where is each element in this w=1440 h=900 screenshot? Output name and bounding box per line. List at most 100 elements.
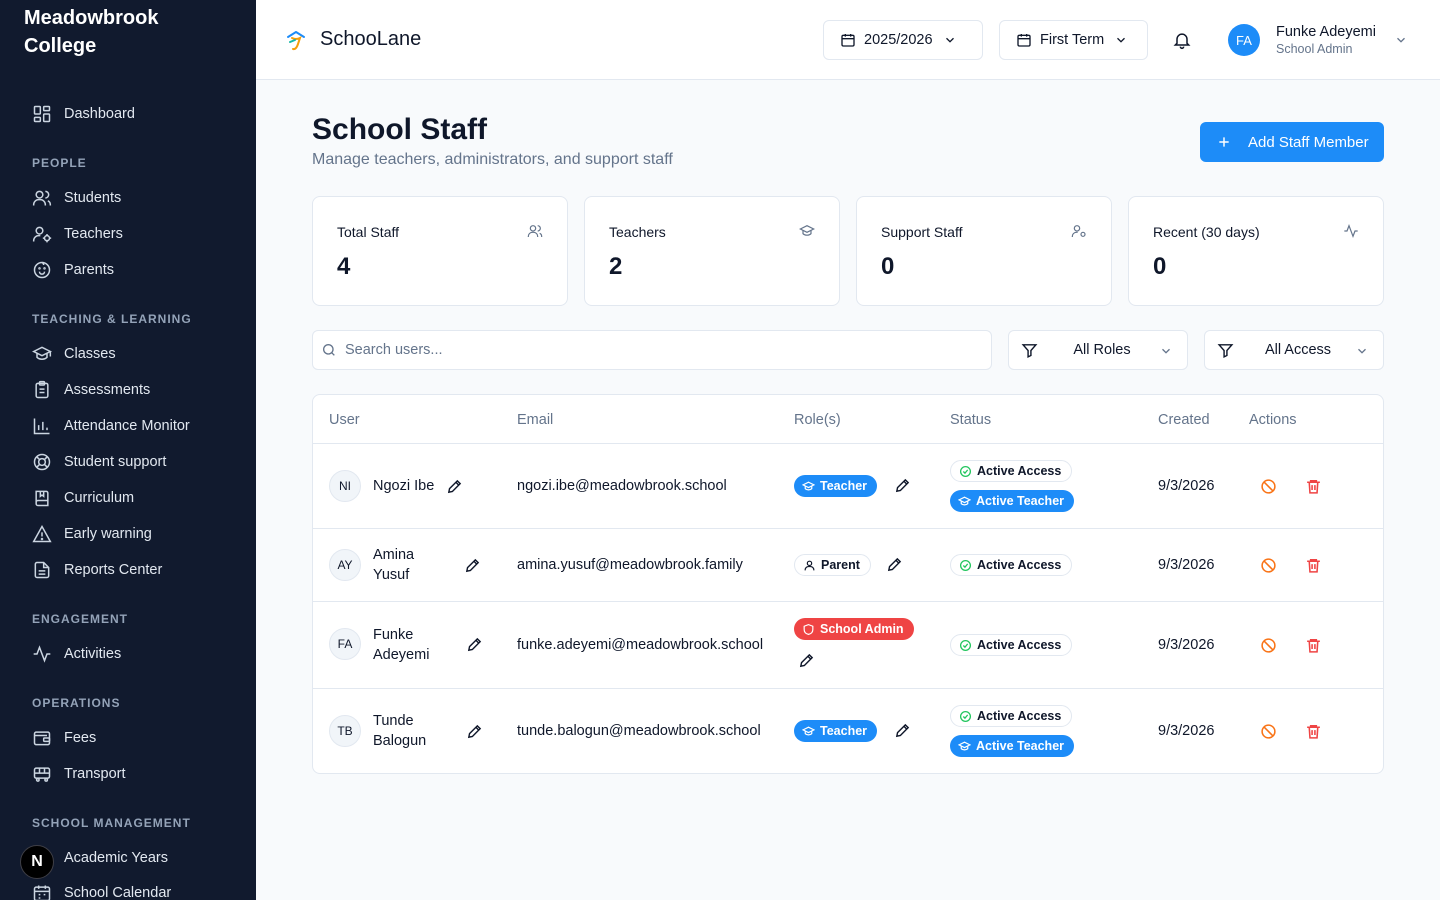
sidebar-item-label: Classes	[64, 346, 116, 362]
table-row: AY Amina Yusuf amina.yusuf@meadowbrook.f…	[313, 528, 1383, 601]
pencil-icon[interactable]	[464, 557, 481, 574]
academic-year-select[interactable]: 2025/2026	[823, 20, 983, 60]
sidebar-item-attendance[interactable]: Attendance Monitor	[16, 409, 240, 443]
sidebar: Meadowbrook College Dashboard PEOPLE Stu…	[0, 0, 256, 900]
sidebar-item-teachers[interactable]: Teachers	[16, 217, 240, 251]
pencil-icon[interactable]	[466, 723, 483, 740]
pencil-icon[interactable]	[798, 652, 815, 669]
stat-label: Total Staff	[337, 224, 400, 240]
trash-icon[interactable]	[1305, 637, 1322, 654]
created-date: 9/3/2026	[1158, 637, 1215, 653]
sidebar-item-assessments[interactable]: Assessments	[16, 373, 240, 407]
sidebar-item-students[interactable]: Students	[16, 181, 240, 215]
dev-badge[interactable]: N	[20, 845, 54, 879]
sidebar-item-label: Attendance Monitor	[64, 418, 190, 434]
ban-icon[interactable]	[1260, 637, 1277, 654]
sidebar-item-classes[interactable]: Classes	[16, 337, 240, 371]
clipboard-icon	[35, 380, 49, 399]
user-name: Funke Adeyemi	[1276, 24, 1376, 40]
search-icon	[323, 344, 335, 356]
user-role: School Admin	[1276, 42, 1353, 56]
sidebar-item-activities[interactable]: Activities	[16, 637, 240, 671]
check-circle-icon	[959, 465, 972, 477]
baby-icon	[33, 261, 51, 279]
trash-icon[interactable]	[1305, 723, 1322, 740]
role-label: Teacher	[820, 479, 868, 493]
status-badge-access: Active Access	[950, 634, 1073, 656]
user-avatar[interactable]: FA	[1228, 24, 1260, 56]
status-badge-access: Active Access	[950, 554, 1073, 576]
user-icon	[804, 560, 815, 570]
access-filter[interactable]: All Access	[1204, 330, 1384, 370]
pencil-icon[interactable]	[886, 556, 903, 573]
sidebar-item-student-support[interactable]: Student support	[16, 445, 240, 479]
pencil-icon[interactable]	[894, 477, 911, 494]
search-input[interactable]	[345, 331, 985, 369]
pencil-icon[interactable]	[894, 722, 911, 739]
status-badge-teacher: Active Teacher	[950, 735, 1075, 757]
sidebar-item-label: Activities	[64, 646, 122, 662]
pencil-icon[interactable]	[446, 478, 463, 495]
dashboard-icon	[33, 105, 51, 123]
sidebar-item-label: School Calendar	[64, 885, 172, 900]
bar-chart-icon	[33, 418, 50, 435]
sidebar-item-transport[interactable]: Transport	[16, 757, 240, 791]
add-staff-label: Add Staff Member	[1248, 133, 1369, 151]
chevron-down-icon	[945, 37, 954, 43]
stat-value: 0	[881, 253, 895, 280]
section-engagement: ENGAGEMENT	[32, 612, 129, 626]
sidebar-item-label: Students	[64, 190, 122, 206]
app-name: SchooLane	[320, 28, 422, 50]
user-cog-icon	[1071, 225, 1086, 237]
plus-icon	[1219, 137, 1229, 147]
sidebar-item-school-calendar[interactable]: School Calendar	[16, 876, 240, 900]
graduation-cap-icon	[802, 481, 815, 490]
bell-icon[interactable]	[1172, 30, 1192, 50]
avatar: NI	[329, 470, 361, 502]
user-email: funke.adeyemi@meadowbrook.school	[517, 637, 764, 653]
status-label: Active Access	[977, 464, 1062, 478]
chevron-down-icon[interactable]	[1394, 33, 1408, 47]
page-subtitle: Manage teachers, administrators, and sup…	[312, 151, 673, 168]
sidebar-item-curriculum[interactable]: Curriculum	[16, 481, 240, 515]
status-badge-access: Active Access	[950, 460, 1073, 482]
book-icon	[35, 490, 49, 507]
sidebar-item-label: Transport	[64, 766, 126, 782]
sidebar-item-fees[interactable]: Fees	[16, 721, 240, 755]
alert-triangle-icon	[32, 524, 52, 543]
graduation-cap-icon	[958, 496, 971, 505]
term-select[interactable]: First Term	[999, 20, 1148, 60]
graduation-cap-icon	[799, 224, 815, 236]
chevron-down-icon	[1358, 348, 1366, 354]
sidebar-item-parents[interactable]: Parents	[16, 253, 240, 287]
sidebar-item-reports[interactable]: Reports Center	[16, 553, 240, 587]
trash-icon[interactable]	[1305, 478, 1322, 495]
top-header: SchooLane 2025/2026 First Term FA Funke …	[256, 0, 1440, 80]
status-label: Active Teacher	[976, 739, 1065, 753]
pencil-icon[interactable]	[466, 636, 483, 653]
user-email: ngozi.ibe@meadowbrook.school	[517, 478, 727, 494]
roles-filter-value: All Roles	[1073, 342, 1131, 358]
stat-label: Recent (30 days)	[1153, 224, 1260, 240]
stat-value: 4	[337, 253, 351, 280]
section-people: PEOPLE	[32, 156, 87, 170]
school-logo-icon	[287, 31, 305, 51]
sidebar-item-early-warning[interactable]: Early warning	[16, 517, 240, 551]
ban-icon[interactable]	[1260, 557, 1277, 574]
ban-icon[interactable]	[1260, 478, 1277, 495]
ban-icon[interactable]	[1260, 723, 1277, 740]
roles-filter[interactable]: All Roles	[1008, 330, 1188, 370]
user-name: Funke Adeyemi	[373, 627, 430, 663]
col-header-email: Email	[517, 412, 554, 428]
sidebar-item-dashboard[interactable]: Dashboard	[16, 97, 240, 131]
filter-icon	[1021, 344, 1038, 359]
sidebar-item-label: Dashboard	[64, 106, 135, 122]
trash-icon[interactable]	[1305, 557, 1322, 574]
add-staff-button[interactable]: Add Staff Member	[1200, 122, 1384, 162]
file-text-icon	[34, 561, 50, 579]
sidebar-item-label: Early warning	[64, 526, 152, 542]
chevron-down-icon	[1162, 348, 1170, 354]
section-teaching: TEACHING & LEARNING	[32, 312, 192, 326]
role-label: Parent	[821, 558, 860, 572]
search-box	[312, 330, 992, 370]
